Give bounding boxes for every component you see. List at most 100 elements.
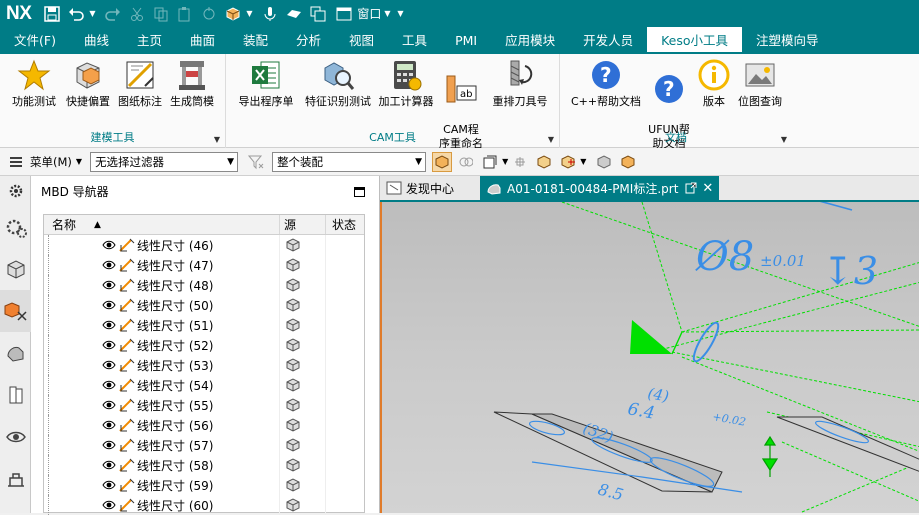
cpp-help-doc-button[interactable]: ? C++帮助文档 — [568, 58, 644, 109]
undo-list-icon[interactable]: ▼ — [89, 9, 98, 18]
window-menu[interactable]: 窗口 ▼ — [333, 3, 397, 25]
show-hidden-icon[interactable] — [594, 152, 614, 172]
tree-row[interactable]: 线性尺寸 (50) — [44, 295, 364, 315]
paste-icon[interactable] — [174, 3, 196, 25]
menu-button[interactable]: 菜单(M) — [30, 154, 72, 170]
eye-icon[interactable] — [102, 479, 116, 491]
column-status[interactable]: 状态 — [326, 215, 364, 234]
renumber-tools-button[interactable]: 重排刀具号 — [488, 58, 552, 109]
bitmap-query-button[interactable]: 位图查询 — [734, 58, 786, 109]
eye-icon[interactable] — [102, 399, 116, 411]
copy-icon[interactable] — [150, 3, 172, 25]
select-body-icon[interactable] — [480, 152, 500, 172]
eye-icon[interactable] — [102, 459, 116, 471]
resource-settings-icon[interactable] — [0, 176, 31, 206]
version-button[interactable]: 版本 — [696, 58, 732, 109]
save-icon[interactable] — [41, 3, 63, 25]
select-faces-icon[interactable] — [534, 152, 554, 172]
redo-icon[interactable] — [102, 3, 124, 25]
eye-icon[interactable] — [102, 299, 116, 311]
tab-assembly[interactable]: 装配 — [229, 27, 282, 54]
graphics-window[interactable]: Ø8 ±0.01 ↧3 (4) 6.4 +0.02 (32) 8.5 — [380, 202, 919, 513]
export-program-list-button[interactable]: 导出程序单 — [234, 58, 298, 109]
switch-window-icon[interactable] — [307, 3, 329, 25]
column-name[interactable]: 名称 ▲ — [44, 215, 280, 234]
point-snap-caret-icon[interactable]: ▼ — [580, 157, 586, 166]
tree-row[interactable]: 线性尺寸 (59) — [44, 475, 364, 495]
group-cam-more-icon[interactable]: ▼ — [548, 135, 554, 144]
group-documents-more-icon[interactable]: ▼ — [781, 135, 787, 144]
tree-row[interactable]: 线性尺寸 (54) — [44, 375, 364, 395]
part-icon[interactable] — [222, 3, 244, 25]
select-feature-icon[interactable] — [456, 152, 476, 172]
reuse-library-icon[interactable] — [0, 374, 31, 416]
tree-row[interactable]: 线性尺寸 (58) — [44, 455, 364, 475]
machining-calculator-button[interactable]: 加工计算器 — [376, 58, 436, 109]
tab-close-icon[interactable]: ✕ — [702, 181, 713, 196]
tree-row[interactable]: 线性尺寸 (46) — [44, 235, 364, 255]
generate-mold-button[interactable]: 生成筒模 — [166, 58, 218, 109]
tab-home[interactable]: 主页 — [123, 27, 176, 54]
visibility-icon[interactable] — [0, 416, 31, 458]
microphone-icon[interactable] — [259, 3, 281, 25]
selection-filter-dropdown[interactable]: 无选择过滤器 ▼ — [90, 151, 239, 172]
part-navigator-icon[interactable] — [0, 206, 31, 248]
tab-tools[interactable]: 工具 — [388, 27, 441, 54]
tab-discover-center[interactable]: 发现中心 — [380, 176, 460, 200]
tree-row[interactable]: 线性尺寸 (48) — [44, 275, 364, 295]
eye-icon[interactable] — [102, 239, 116, 251]
work-part-icon[interactable] — [618, 152, 638, 172]
touch-mode-icon[interactable] — [283, 3, 305, 25]
constraint-navigator-icon[interactable] — [0, 290, 31, 332]
point-snap-icon[interactable] — [558, 152, 578, 172]
tree-row[interactable]: 线性尺寸 (55) — [44, 395, 364, 415]
eye-icon[interactable] — [102, 279, 116, 291]
tab-curve[interactable]: 曲线 — [70, 27, 123, 54]
assembly-navigator-icon[interactable] — [0, 248, 31, 290]
tree-row[interactable]: 线性尺寸 (53) — [44, 355, 364, 375]
tree-row[interactable]: 线性尺寸 (52) — [44, 335, 364, 355]
assembly-scope-dropdown[interactable]: 整个装配 ▼ — [272, 151, 427, 172]
cut-icon[interactable] — [126, 3, 148, 25]
reset-filter-icon[interactable] — [246, 152, 266, 172]
roles-icon[interactable] — [0, 458, 31, 500]
maximize-icon[interactable] — [354, 187, 365, 197]
drawing-annotation-button[interactable]: 图纸标注 — [114, 58, 166, 109]
tab-applications[interactable]: 应用模块 — [491, 27, 569, 54]
eye-icon[interactable] — [102, 379, 116, 391]
snap-icon[interactable] — [510, 152, 530, 172]
customize-quick-access-icon[interactable]: ▼ — [397, 9, 406, 18]
tree-row[interactable]: 线性尺寸 (51) — [44, 315, 364, 335]
tree-row[interactable]: 线性尺寸 (60) — [44, 495, 364, 515]
eye-icon[interactable] — [102, 439, 116, 451]
tree-row[interactable]: 线性尺寸 (56) — [44, 415, 364, 435]
eye-icon[interactable] — [102, 259, 116, 271]
tab-keso-tools[interactable]: Keso小工具 — [647, 27, 743, 54]
tab-part-file[interactable]: A01-0181-00484-PMI标注.prt ✕ — [480, 176, 720, 200]
quick-offset-button[interactable]: 快捷偏置 — [62, 58, 114, 109]
tab-analysis[interactable]: 分析 — [282, 27, 335, 54]
undo-icon[interactable] — [65, 3, 87, 25]
menu-hamburger-icon[interactable] — [6, 152, 26, 172]
feature-recognition-test-button[interactable]: 特征识别测试 — [300, 58, 376, 109]
tab-file[interactable]: 文件(F) — [0, 27, 70, 54]
eye-icon[interactable] — [102, 319, 116, 331]
menu-caret-icon[interactable]: ▼ — [76, 157, 82, 166]
tab-developer[interactable]: 开发人员 — [569, 27, 647, 54]
repeat-command-icon[interactable] — [198, 3, 220, 25]
eye-icon[interactable] — [102, 359, 116, 371]
eye-icon[interactable] — [102, 499, 116, 511]
column-source[interactable]: 源 — [280, 215, 326, 234]
group-modeling-more-icon[interactable]: ▼ — [214, 135, 220, 144]
tab-view[interactable]: 视图 — [335, 27, 388, 54]
part-list-icon[interactable]: ▼ — [246, 9, 255, 18]
select-component-icon[interactable] — [432, 151, 453, 172]
tree-row[interactable]: 线性尺寸 (47) — [44, 255, 364, 275]
eye-icon[interactable] — [102, 339, 116, 351]
tree-row[interactable]: 线性尺寸 (57) — [44, 435, 364, 455]
tab-pmi[interactable]: PMI — [441, 27, 491, 54]
tab-surface[interactable]: 曲面 — [176, 27, 229, 54]
mbd-navigator-icon[interactable] — [0, 332, 31, 374]
tab-popout-icon[interactable] — [685, 182, 697, 194]
function-test-button[interactable]: 功能测试 — [8, 58, 60, 109]
